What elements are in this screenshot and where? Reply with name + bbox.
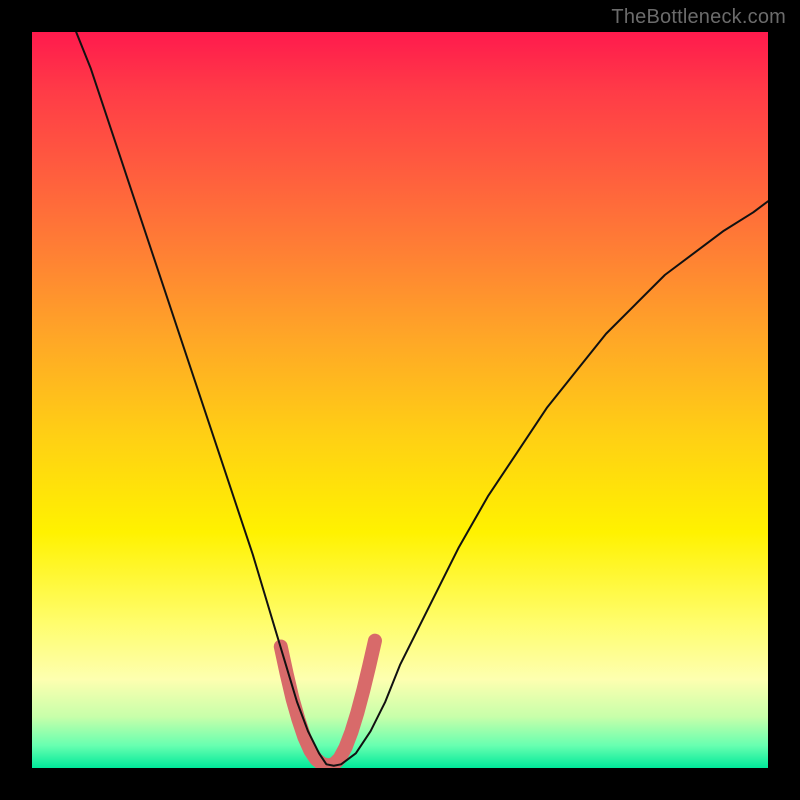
- chart-svg: [32, 32, 768, 768]
- chart-frame: TheBottleneck.com: [0, 0, 800, 800]
- chart-plot-area: [32, 32, 768, 768]
- watermark-text: TheBottleneck.com: [611, 6, 786, 29]
- bottleneck-curve: [76, 32, 768, 766]
